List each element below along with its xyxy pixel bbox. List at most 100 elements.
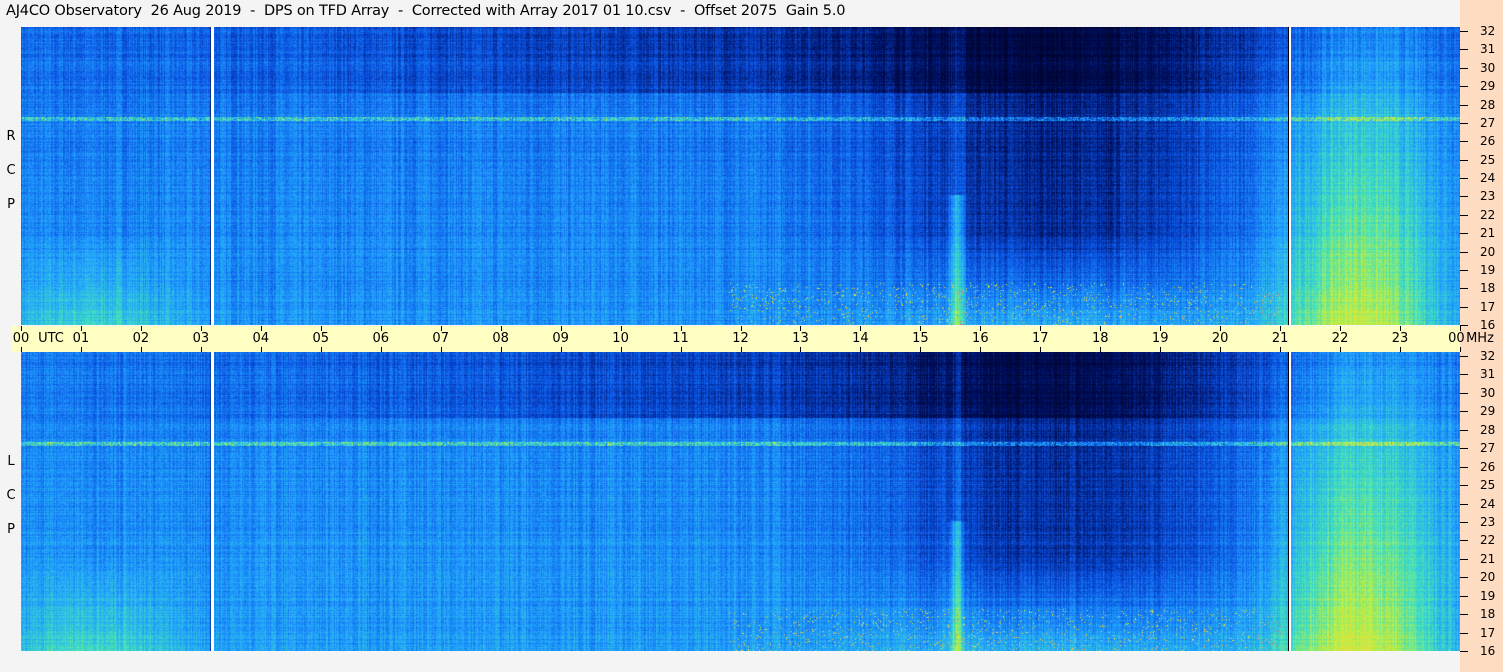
x-tick-label: 00 xyxy=(12,331,30,346)
y-tick xyxy=(1460,356,1468,357)
y-tick xyxy=(1460,269,1468,271)
y-tick xyxy=(1460,288,1468,290)
x-tick xyxy=(980,347,982,352)
y-tick-label: 23 xyxy=(1480,189,1496,204)
x-tick-label: 15 xyxy=(912,331,929,346)
y-tick-label: 32 xyxy=(1480,349,1496,363)
y-tick-label: 24 xyxy=(1480,171,1496,185)
y-tick-label: 18 xyxy=(1480,607,1496,622)
y-tick-label: 28 xyxy=(1480,97,1496,112)
y-tick xyxy=(1460,233,1468,235)
y-tick xyxy=(1460,429,1468,431)
panel-label-letter: C xyxy=(6,163,16,178)
x-tick xyxy=(860,347,862,352)
panel-label-letter: R xyxy=(6,129,16,144)
x-tick-label: 05 xyxy=(312,331,330,346)
y-tick-label: 19 xyxy=(1480,588,1496,603)
utc-marker-line xyxy=(210,27,214,325)
y-tick xyxy=(1460,614,1468,616)
y-tick xyxy=(1460,31,1468,32)
y-tick xyxy=(1460,251,1468,253)
x-tick-label: 23 xyxy=(1391,331,1409,346)
y-tick-label: 16 xyxy=(1480,644,1496,658)
y-tick-label: 30 xyxy=(1480,385,1496,400)
x-tick xyxy=(560,347,562,352)
x-tick-label: 11 xyxy=(672,331,689,346)
utc-marker-line xyxy=(1288,352,1292,651)
x-tick-label: 14 xyxy=(852,331,869,346)
y-axis-unit: MHz xyxy=(1466,331,1494,346)
x-tick xyxy=(140,347,142,352)
y-tick-label: 29 xyxy=(1480,404,1496,419)
x-tick xyxy=(260,347,262,352)
x-tick xyxy=(1460,347,1461,352)
y-tick xyxy=(1460,558,1468,560)
y-tick-label: 26 xyxy=(1480,459,1496,474)
y-tick xyxy=(1460,521,1468,523)
y-tick-label: 23 xyxy=(1480,514,1496,529)
y-tick-label: 24 xyxy=(1480,496,1496,511)
rcp-spectrogram xyxy=(21,27,1460,325)
y-tick-label: 16 xyxy=(1480,318,1496,332)
x-tick xyxy=(380,347,382,352)
y-tick xyxy=(1460,122,1468,124)
x-tick-label: 02 xyxy=(132,331,150,346)
y-tick-label: 31 xyxy=(1480,367,1496,382)
y-tick xyxy=(1460,159,1468,161)
y-tick xyxy=(1460,104,1468,106)
x-tick xyxy=(1100,347,1102,352)
x-tick-label: 17 xyxy=(1032,331,1049,346)
lcp-label: L C P xyxy=(5,445,17,547)
x-tick-label: 13 xyxy=(792,331,809,346)
y-tick xyxy=(1460,466,1468,468)
y-tick xyxy=(1460,141,1468,143)
y-tick-label: 22 xyxy=(1480,533,1496,548)
y-tick xyxy=(1460,448,1468,450)
y-tick xyxy=(1460,325,1468,326)
chart-title: AJ4CO Observatory 26 Aug 2019 - DPS on T… xyxy=(6,3,846,19)
x-tick xyxy=(21,347,22,352)
y-tick xyxy=(1460,374,1468,376)
y-tick xyxy=(1460,196,1468,198)
rcp-label: R C P xyxy=(5,120,17,222)
x-tick-label: 08 xyxy=(492,331,509,346)
x-tick xyxy=(1400,347,1402,352)
x-tick-label: 04 xyxy=(252,331,270,346)
y-tick-label: 21 xyxy=(1480,551,1496,566)
y-tick xyxy=(1460,67,1468,69)
y-tick-label: 19 xyxy=(1480,262,1496,277)
x-tick-label: 10 xyxy=(612,331,629,346)
y-tick-label: 31 xyxy=(1480,42,1496,57)
y-tick xyxy=(1460,178,1468,179)
y-tick-label: 30 xyxy=(1480,60,1496,75)
x-tick xyxy=(440,347,442,352)
x-tick xyxy=(920,347,922,352)
y-tick-label: 20 xyxy=(1480,244,1496,259)
x-axis-unit: UTC xyxy=(38,331,64,346)
x-tick-label: 07 xyxy=(432,331,449,346)
x-tick xyxy=(1280,347,1282,352)
x-tick-label: 16 xyxy=(972,331,989,346)
x-tick-label: 21 xyxy=(1271,331,1289,346)
y-tick-label: 27 xyxy=(1480,115,1496,130)
y-tick xyxy=(1460,306,1468,308)
y-tick-label: 29 xyxy=(1480,79,1496,94)
panel-label-letter: P xyxy=(7,197,15,212)
y-tick-label: 17 xyxy=(1480,299,1496,314)
x-tick-label: 12 xyxy=(732,331,749,346)
y-tick-label: 18 xyxy=(1480,281,1496,296)
y-tick-label: 21 xyxy=(1480,226,1496,241)
x-tick xyxy=(1220,347,1222,352)
y-tick-label: 26 xyxy=(1480,134,1496,149)
utc-marker-line xyxy=(210,352,214,651)
y-tick xyxy=(1460,411,1468,413)
x-tick xyxy=(1160,347,1162,352)
x-tick-label: 03 xyxy=(192,331,210,346)
y-tick-label: 25 xyxy=(1480,152,1496,167)
y-tick xyxy=(1460,651,1468,652)
panel-label-letter: L xyxy=(7,454,15,469)
panel-label-letter: P xyxy=(7,522,15,537)
x-tick xyxy=(740,347,742,352)
y-tick xyxy=(1460,632,1468,634)
x-tick-label: 01 xyxy=(72,331,90,346)
